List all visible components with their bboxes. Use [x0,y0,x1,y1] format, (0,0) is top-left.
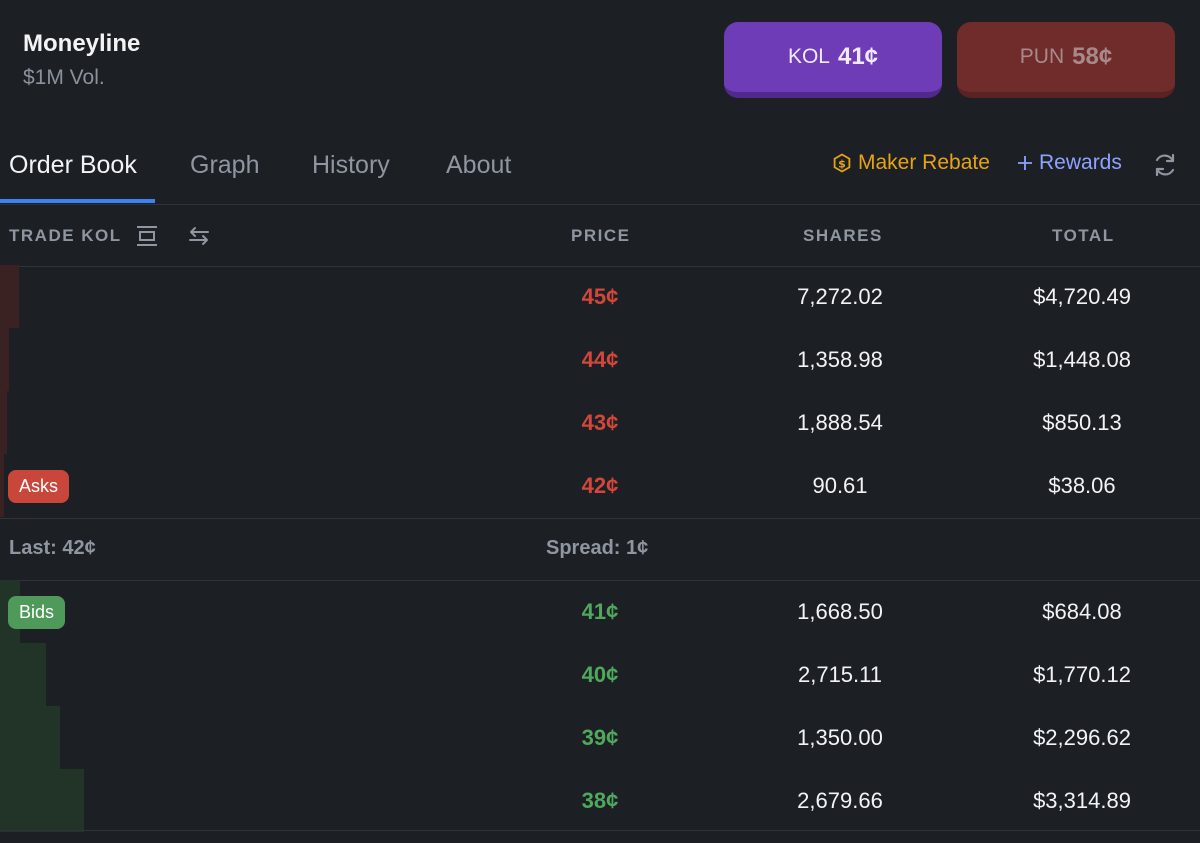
bid-shares: 1,350.00 [797,725,883,750]
refresh-icon[interactable] [1152,152,1178,178]
bid-row[interactable]: 40¢ 2,715.11 $1,770.12 [0,643,1200,706]
bid-price: 40¢ [581,662,619,687]
bid-row[interactable]: 39¢ 1,350.00 $2,296.62 [0,706,1200,769]
last-price: Last: 42¢ [9,537,96,559]
ask-row[interactable]: 44¢ 1,358.98 $1,448.08 [0,328,1200,391]
dollar-circle-icon: $ [833,153,851,173]
bid-price: 39¢ [581,725,619,750]
pun-price: 58¢ [1072,43,1113,70]
bid-depth-bar [0,706,60,769]
active-tab-indicator [0,199,155,203]
bid-price: 41¢ [581,599,619,624]
ask-row[interactable]: 45¢ 7,272.02 $4,720.49 [0,265,1200,328]
tab-graph[interactable]: Graph [190,151,259,180]
ask-shares: 1,358.98 [797,347,883,372]
ask-price: 43¢ [581,410,619,435]
tab-order-book[interactable]: Order Book [9,151,137,180]
ask-total: $1,448.08 [1033,347,1131,372]
buy-kol-button[interactable]: KOL 41¢ [724,22,942,98]
spread-bar: Last: 42¢ Spread: 1¢ [0,518,1200,581]
svg-text:$: $ [838,158,846,171]
bid-depth-bar [0,769,84,832]
tab-about[interactable]: About [446,151,511,180]
bid-price: 38¢ [581,788,619,813]
ask-total: $850.13 [1042,410,1122,435]
market-volume: $1M Vol. [23,66,105,89]
ask-total: $38.06 [1048,473,1116,498]
ask-depth-bar [0,391,7,454]
spread-value: Spread: 1¢ [546,537,649,559]
divider [0,830,1200,831]
bid-total: $2,296.62 [1033,725,1131,750]
market-title: Moneyline [23,30,141,57]
rewards-label: Rewards [1039,151,1122,174]
maker-rebate-link[interactable]: $ Maker Rebate [832,151,990,175]
ask-depth-bar [0,328,9,391]
ask-price: 44¢ [581,347,619,372]
ask-depth-bar [0,454,4,517]
bid-total: $1,770.12 [1033,662,1131,687]
tab-bar: Order Book Graph History About $ Maker R… [0,134,1200,205]
bid-depth-bar [0,643,46,706]
shares-column-header: SHARES [803,226,883,245]
bid-row[interactable]: Bids 41¢ 1,668.50 $684.08 [0,580,1200,643]
ask-total: $4,720.49 [1033,284,1131,309]
bid-shares: 1,668.50 [797,599,883,624]
maker-rebate-label: Maker Rebate [858,151,990,174]
ask-row[interactable]: Asks 42¢ 90.61 $38.06 [0,454,1200,517]
ask-price: 45¢ [581,284,619,309]
kol-price: 41¢ [837,43,879,70]
market-header: Moneyline $1M Vol. KOL 41¢ PUN 58¢ [0,0,1200,130]
ask-depth-bar [0,265,19,328]
ask-shares: 1,888.54 [797,410,883,435]
buy-pun-button[interactable]: PUN 58¢ [957,22,1175,98]
bids-badge: Bids [8,596,66,629]
tab-history[interactable]: History [312,151,390,180]
rewards-link[interactable]: Rewards [1017,151,1122,175]
bid-row[interactable]: 38¢ 2,679.66 $3,314.89 [0,769,1200,832]
plus-icon [1018,156,1032,170]
bid-shares: 2,715.11 [797,662,882,687]
trade-column-header: TRADE KOL [9,226,122,245]
center-view-icon[interactable] [135,224,159,248]
kol-label: KOL [787,45,830,68]
order-book-header: TRADE KOL PRICE SHARES TOTAL [0,205,1200,267]
bid-total: $3,314.89 [1033,788,1131,813]
ask-shares: 7,272.02 [797,284,883,309]
ask-row[interactable]: 43¢ 1,888.54 $850.13 [0,391,1200,454]
asks-badge: Asks [8,470,70,503]
ask-price: 42¢ [581,473,619,498]
price-column-header: PRICE [571,226,631,245]
swap-arrows-icon[interactable] [187,224,211,248]
bid-total: $684.08 [1042,599,1122,624]
ask-shares: 90.61 [812,473,868,498]
pun-label: PUN [1019,45,1065,68]
bid-shares: 2,679.66 [797,788,883,813]
total-column-header: TOTAL [1052,226,1115,245]
